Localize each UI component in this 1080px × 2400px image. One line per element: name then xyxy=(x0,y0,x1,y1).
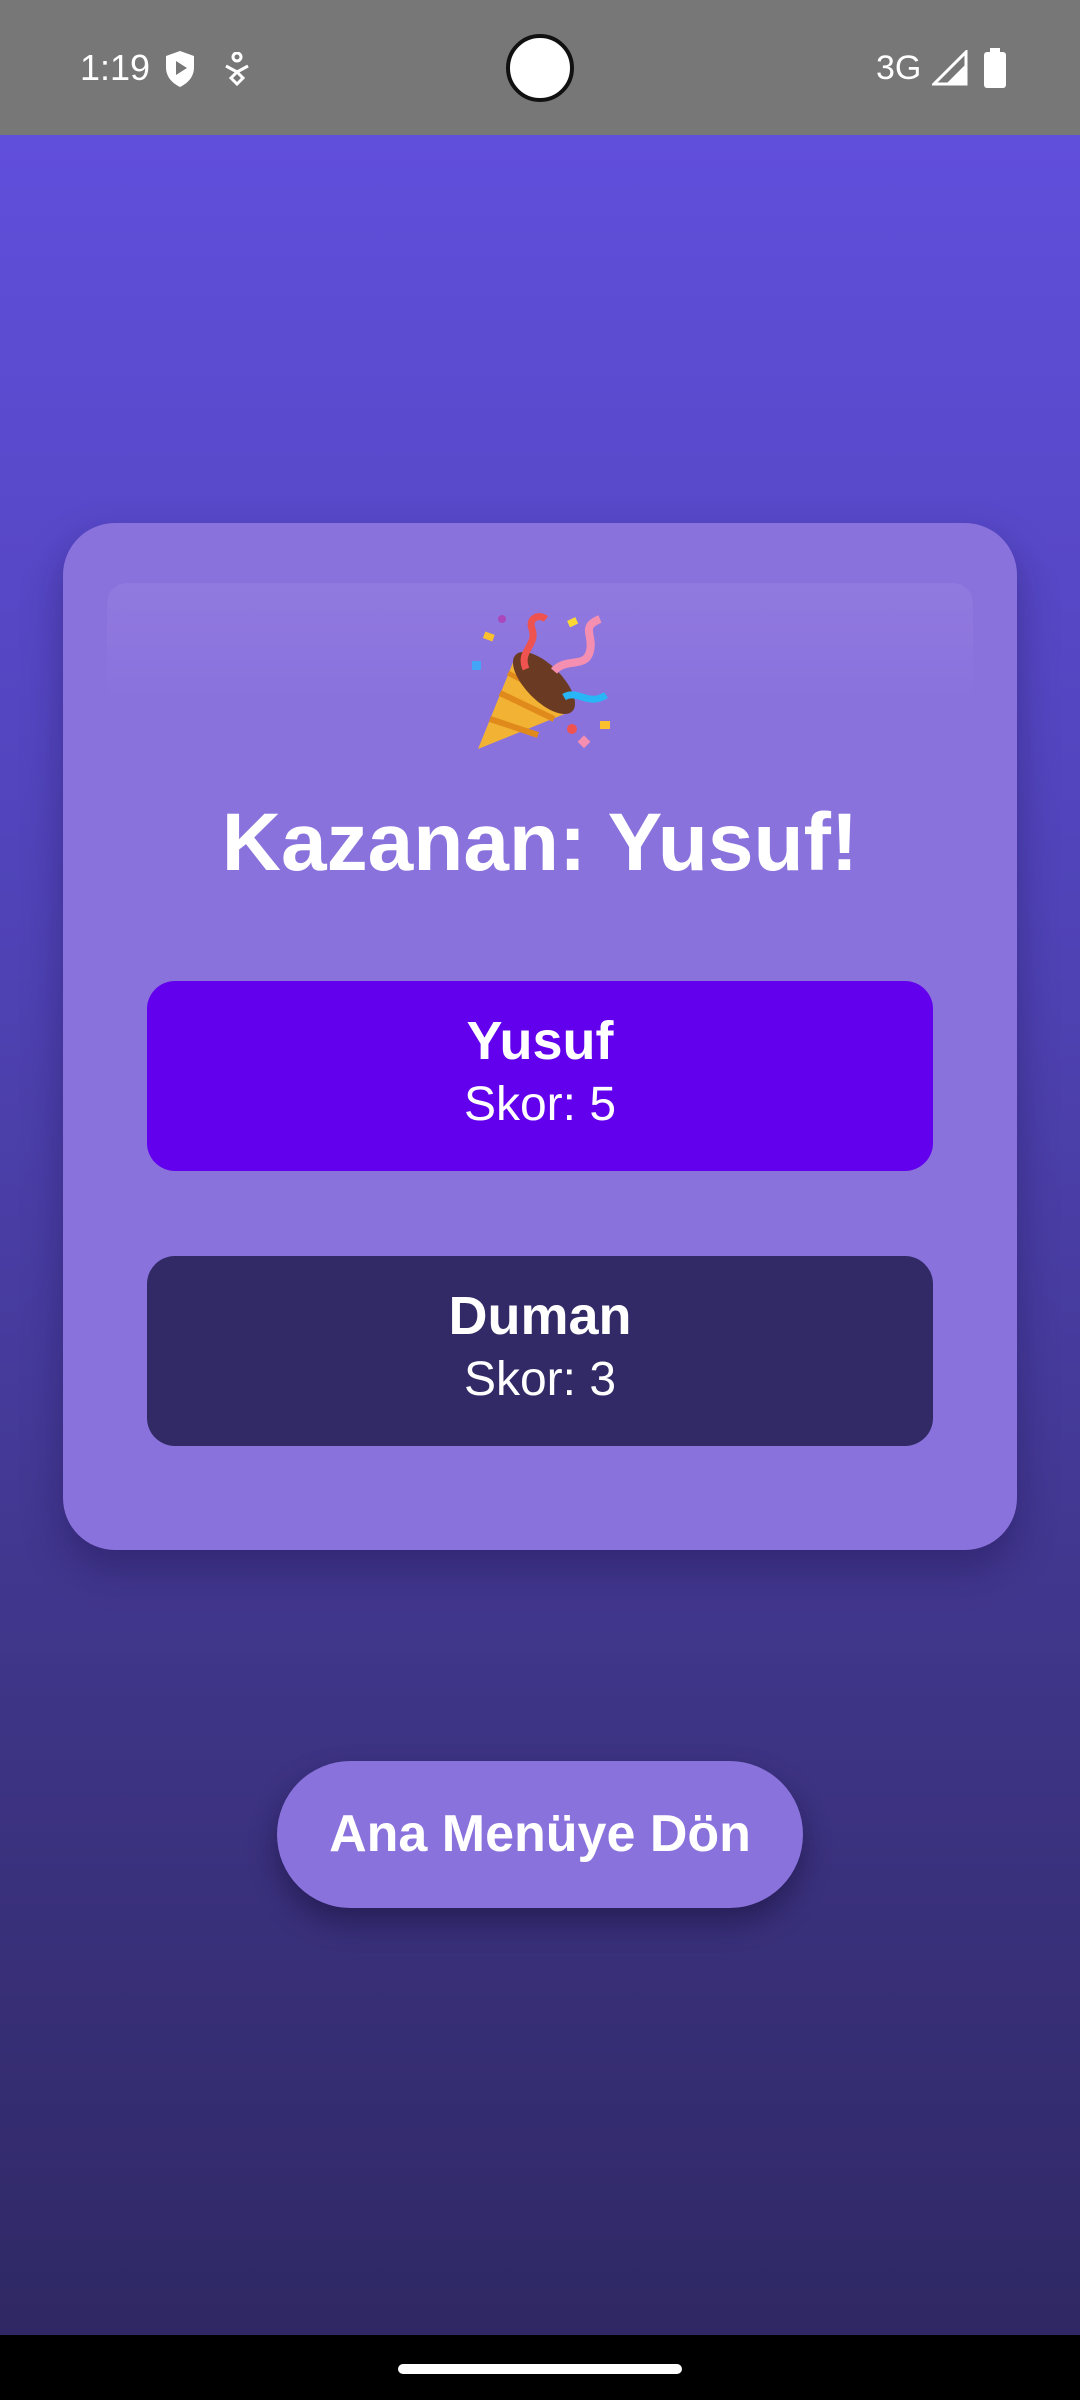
player-score: Skor: 5 xyxy=(463,1078,617,1131)
player-name: Duman xyxy=(448,1286,632,1346)
status-bar: 1:19 3G xyxy=(0,0,1080,135)
status-time: 1:19 xyxy=(80,47,151,88)
player-name: Yusuf xyxy=(466,1011,614,1071)
battery-icon xyxy=(984,48,1006,88)
camera-cutout xyxy=(506,34,574,102)
screen: 1:19 3G Kazanan: Yusuf! Yusuf Skor: 5 Du… xyxy=(0,0,1080,2400)
player-score: Skor: 3 xyxy=(463,1353,617,1406)
network-type: 3G xyxy=(876,49,922,87)
main-menu-button[interactable]: Ana Menüye Dön xyxy=(277,1761,803,1908)
player-card-runner-up: Duman Skor: 3 xyxy=(147,1256,933,1446)
navigation-bar xyxy=(0,2335,1080,2400)
party-popper-icon xyxy=(472,613,610,749)
result-card: Kazanan: Yusuf! Yusuf Skor: 5 Duman Skor… xyxy=(63,523,1017,1550)
accessibility-icon xyxy=(225,52,249,86)
player-card-winner: Yusuf Skor: 5 xyxy=(147,981,933,1171)
winner-title: Kazanan: Yusuf! xyxy=(221,797,859,888)
shield-icon xyxy=(166,51,194,87)
home-indicator[interactable] xyxy=(398,2364,682,2374)
signal-icon xyxy=(932,50,968,86)
